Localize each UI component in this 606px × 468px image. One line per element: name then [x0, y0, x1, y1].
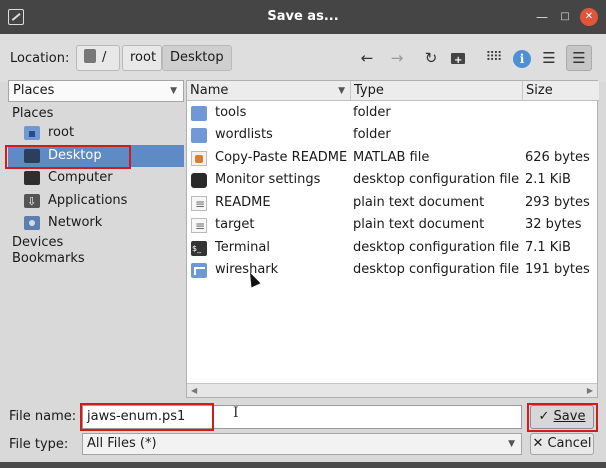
places-item-label: Network [48, 215, 103, 230]
location-bar: Location: / root Desktop ← → ↻ ⠿⠿ i ☰ ☰ [0, 34, 606, 82]
breadcrumb-root-drive[interactable]: / [76, 45, 120, 71]
column-header-type[interactable]: Type [351, 81, 523, 101]
bookmarks-heading[interactable]: Bookmarks [12, 251, 85, 266]
places-item-root[interactable]: root [8, 122, 184, 144]
computer-icon [24, 171, 40, 185]
places-item-label: Applications [48, 193, 128, 208]
places-dropdown-value: Places [13, 83, 55, 98]
places-item-applications[interactable]: Applications [8, 190, 184, 213]
network-icon [24, 216, 40, 230]
sort-down-icon: ▼ [338, 86, 345, 96]
table-row[interactable]: Monitor settings desktop configuration f… [187, 169, 597, 191]
title-bar: Save as... — □ ✕ [0, 0, 606, 34]
file-type: desktop configuration file [353, 172, 520, 187]
file-size: 626 bytes [525, 150, 590, 165]
window-title: Save as... [267, 9, 339, 24]
filetype-dropdown[interactable]: All Files (*) ▼ [82, 433, 522, 455]
matlab-file-icon [191, 151, 207, 166]
home-folder-icon [24, 126, 40, 140]
file-size: 2.1 KiB [525, 172, 571, 187]
back-icon[interactable]: ← [356, 47, 378, 69]
table-row[interactable]: target plain text document 32 bytes [187, 214, 597, 237]
highlight-outline-desktop [5, 145, 131, 169]
scroll-right-icon[interactable]: ▶ [587, 384, 593, 397]
table-row[interactable]: wordlists folder [187, 124, 597, 146]
reload-icon[interactable]: ↻ [420, 47, 442, 69]
places-item-label: root [48, 125, 75, 140]
file-name: wordlists [215, 127, 273, 142]
horizontal-scrollbar[interactable]: ◀ ▶ [187, 383, 597, 397]
file-size: 293 bytes [525, 195, 590, 210]
file-list: Name ▼ Type Size tools folder wordlists f… [186, 80, 599, 398]
file-name: target [215, 217, 255, 232]
cancel-button-label: Cancel [547, 436, 592, 451]
monitor-icon [191, 173, 207, 188]
text-cursor-icon: I [233, 405, 239, 421]
filetype-value: All Files (*) [87, 436, 157, 451]
places-item-label: Computer [48, 170, 113, 185]
file-type: plain text document [353, 195, 485, 210]
filetype-label: File type: [9, 437, 69, 452]
new-folder-icon[interactable] [447, 47, 469, 72]
taskbar-strip [0, 462, 606, 468]
table-row[interactable]: README plain text document 293 bytes [187, 192, 597, 215]
scroll-left-icon[interactable]: ◀ [191, 384, 197, 397]
minimize-button[interactable]: — [533, 8, 551, 26]
file-name: Copy-Paste README [215, 150, 348, 165]
location-label: Location: [10, 51, 70, 66]
file-size: 32 bytes [525, 217, 582, 232]
breadcrumb-desktop[interactable]: Desktop [162, 45, 232, 71]
table-row[interactable]: Terminal desktop configuration file 7.1 … [187, 237, 597, 260]
file-type: MATLAB file [353, 150, 430, 165]
folder-icon [191, 106, 207, 121]
breadcrumb-root[interactable]: root [122, 45, 162, 71]
column-header-name[interactable]: Name ▼ [187, 81, 351, 101]
file-type: desktop configuration file [353, 240, 520, 255]
file-name: README [215, 195, 271, 210]
file-size: 191 bytes [525, 262, 590, 277]
file-type: desktop configuration file [353, 262, 520, 277]
highlight-outline-save [527, 403, 598, 432]
file-name: Terminal [215, 240, 270, 255]
applications-icon [24, 191, 40, 213]
file-name: tools [215, 105, 247, 120]
file-name: Monitor settings [215, 172, 321, 187]
compact-view-icon[interactable]: ☰ [538, 47, 560, 69]
filename-label: File name: [9, 409, 77, 424]
places-item-network[interactable]: Network [8, 212, 184, 234]
icon-view-icon[interactable]: ⠿⠿ [482, 47, 504, 69]
highlight-outline-filename [80, 403, 214, 431]
chevron-down-icon: ▼ [508, 439, 515, 449]
cross-icon: ✕ [532, 436, 548, 451]
cancel-button[interactable]: ✕ Cancel [530, 433, 594, 455]
places-item-computer[interactable]: Computer [8, 167, 184, 189]
forward-icon[interactable]: → [386, 47, 408, 69]
places-pane: Places ▼ Places root Desktop Computer Ap… [8, 80, 184, 398]
drive-icon [84, 49, 96, 63]
chevron-down-icon: ▼ [170, 86, 177, 96]
file-type: folder [353, 105, 391, 120]
table-row[interactable]: Copy-Paste README MATLAB file 626 bytes [187, 147, 597, 169]
close-button[interactable]: ✕ [580, 8, 598, 26]
folder-icon [191, 128, 207, 143]
table-row[interactable]: tools folder [187, 102, 597, 124]
devices-heading[interactable]: Devices [12, 235, 63, 250]
file-size: 7.1 KiB [525, 240, 571, 255]
detail-view-icon[interactable]: ☰ [566, 45, 592, 71]
terminal-icon [191, 238, 207, 260]
places-heading: Places [12, 106, 54, 121]
column-header-size[interactable]: Size [523, 81, 599, 101]
breadcrumb-label: / [102, 50, 107, 65]
places-dropdown[interactable]: Places ▼ [8, 80, 184, 102]
text-file-icon [191, 215, 207, 237]
info-icon[interactable]: i [511, 47, 533, 69]
file-type: folder [353, 127, 391, 142]
maximize-button[interactable]: □ [556, 8, 574, 26]
wireshark-icon [191, 263, 207, 278]
file-type: plain text document [353, 217, 485, 232]
text-file-icon [191, 193, 207, 215]
